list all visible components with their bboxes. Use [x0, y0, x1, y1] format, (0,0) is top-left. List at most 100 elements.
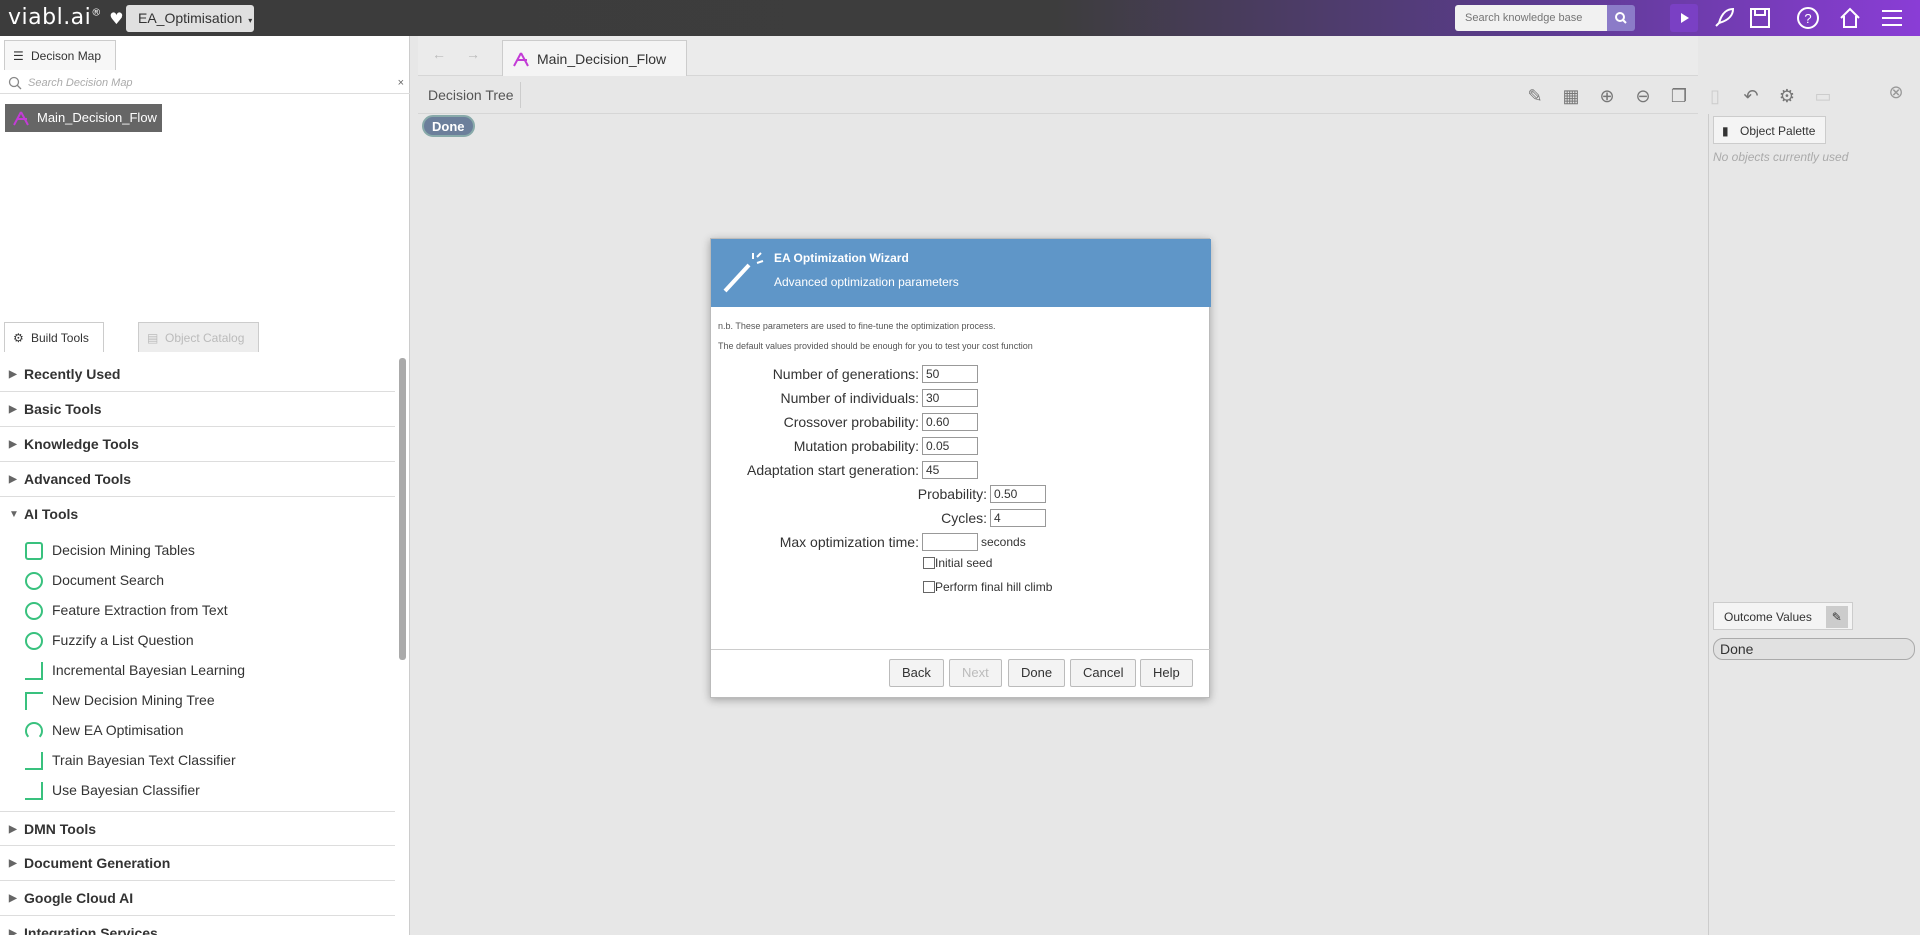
initial-seed-checkbox[interactable]	[923, 557, 935, 569]
run-button[interactable]	[1670, 4, 1698, 32]
initial-seed-label: Initial seed	[935, 556, 993, 570]
cancel-button[interactable]: Cancel	[1070, 659, 1137, 687]
palette-empty-text: No objects currently used	[1713, 150, 1849, 164]
done-button[interactable]: Done	[1008, 659, 1066, 687]
group-document-generation[interactable]: ▶ Document Generation	[0, 846, 395, 881]
decision-tree-label: Decision Tree	[428, 87, 514, 103]
left-panel: ☰ Decison Map Search Decision Map × Main…	[0, 36, 410, 935]
home-button[interactable]	[1836, 4, 1864, 32]
settings-icon[interactable]: ⚙	[1775, 84, 1799, 108]
tab-outcome-values[interactable]: Outcome Values ✎	[1713, 602, 1853, 630]
hamburger-icon	[1882, 10, 1902, 26]
tool-new-ea-optimisation[interactable]: New EA Optimisation	[20, 715, 184, 745]
close-icon[interactable]: ⊗	[1884, 80, 1908, 104]
max-time-input[interactable]	[922, 533, 978, 551]
cycles-label: Cycles:	[941, 510, 987, 526]
crossover-input[interactable]: 0.60	[922, 413, 978, 431]
group-advanced-tools[interactable]: ▶ Advanced Tools	[0, 462, 395, 497]
crossover-label: Crossover probability:	[783, 414, 919, 430]
tool-document-search[interactable]: Document Search	[20, 565, 164, 595]
tab-main-decision-flow[interactable]: Main_Decision_Flow	[502, 40, 688, 76]
back-button[interactable]: Back	[889, 659, 944, 687]
tools-scrollbar[interactable]	[399, 358, 406, 660]
flow-item-main[interactable]: Main_Decision_Flow	[5, 104, 162, 132]
generations-input[interactable]: 50	[922, 365, 978, 383]
group-ai-tools[interactable]: ▼ AI Tools	[0, 497, 395, 532]
flow-item-label: Main_Decision_Flow	[37, 110, 157, 125]
right-panel: ▮ Object Palette No objects currently us…	[1708, 114, 1920, 935]
search-icon	[8, 76, 22, 90]
tool-feature-extraction[interactable]: Feature Extraction from Text	[20, 595, 228, 625]
knowledge-base-search-input[interactable]	[1455, 5, 1607, 31]
decision-map-search[interactable]: Search Decision Map ×	[0, 72, 410, 94]
adaptation-input[interactable]: 45	[922, 461, 978, 479]
tab-label: Decison Map	[31, 49, 102, 63]
logo: viabl.ai® ♥	[8, 5, 125, 30]
tool-fuzzify-list[interactable]: Fuzzify a List Question	[20, 625, 194, 655]
deploy-button[interactable]	[1710, 4, 1738, 32]
paste-icon[interactable]: ▯	[1703, 84, 1727, 108]
tool-use-bayesian[interactable]: Use Bayesian Classifier	[20, 775, 200, 805]
probability-input[interactable]: 0.50	[990, 485, 1046, 503]
save-icon[interactable]: ▭	[1811, 84, 1835, 108]
top-bar: viabl.ai® ♥ EA_Optimisation▾ ?	[0, 0, 1920, 36]
tool-new-decision-mining-tree[interactable]: New Decision Mining Tree	[20, 685, 215, 715]
decision-map-icon: ☰	[13, 49, 24, 63]
search-button[interactable]	[1607, 5, 1635, 31]
pencil-icon[interactable]: ✎	[1523, 84, 1547, 108]
svg-text:?: ?	[1804, 11, 1811, 26]
tool-decision-mining-tables[interactable]: Decision Mining Tables	[20, 535, 195, 565]
zoom-out-icon[interactable]: ⊖	[1631, 84, 1655, 108]
search-icon	[1615, 12, 1627, 24]
group-google-cloud-ai[interactable]: ▶ Google Cloud AI	[0, 881, 395, 916]
save-button[interactable]	[1746, 4, 1774, 32]
hill-climb-checkbox[interactable]	[923, 581, 935, 593]
collapse-icon: ▼	[9, 509, 19, 520]
layout-icon[interactable]: ▦	[1559, 84, 1583, 108]
tab-object-catalog[interactable]: ▤ Object Catalog	[138, 322, 260, 352]
forward-arrow-icon[interactable]: →	[466, 46, 480, 62]
search-placeholder: Search Decision Map	[28, 77, 133, 89]
footer-divider	[711, 649, 1211, 650]
tab-build-tools[interactable]: ⚙ Build Tools	[4, 322, 104, 352]
edit-outcomes-icon[interactable]: ✎	[1825, 606, 1848, 628]
database-icon	[25, 542, 43, 560]
zoom-in-icon[interactable]: ⊕	[1595, 84, 1619, 108]
group-recently-used[interactable]: ▶ Recently Used	[0, 357, 395, 392]
magic-wand-icon	[723, 252, 764, 293]
individuals-input[interactable]: 30	[922, 389, 978, 407]
hill-climb-label: Perform final hill climb	[935, 580, 1053, 594]
help-button[interactable]: ?	[1794, 4, 1822, 32]
next-button[interactable]: Next	[949, 659, 1002, 687]
back-arrow-icon[interactable]: ←	[432, 46, 446, 62]
save-icon	[1750, 8, 1770, 28]
editor-tabs: ← → Main_Decision_Flow	[418, 36, 1698, 76]
max-time-label: Max optimization time:	[779, 534, 919, 550]
undo-icon[interactable]: ↶	[1739, 84, 1763, 108]
tool-incremental-bayesian[interactable]: Incremental Bayesian Learning	[20, 655, 245, 685]
tab-decision-map[interactable]: ☰ Decison Map	[4, 40, 117, 70]
gauge-icon	[25, 722, 43, 740]
ea-optimization-wizard: EA Optimization Wizard Advanced optimiza…	[710, 238, 1211, 698]
expand-icon: ▶	[9, 404, 17, 415]
cycles-input[interactable]: 4	[990, 509, 1046, 527]
group-basic-tools[interactable]: ▶ Basic Tools	[0, 392, 395, 427]
adaptation-label: Adaptation start generation:	[746, 462, 919, 478]
dropdown-icon[interactable]: ▾	[248, 7, 252, 34]
tool-train-bayesian[interactable]: Train Bayesian Text Classifier	[20, 745, 236, 775]
menu-button[interactable]	[1878, 4, 1906, 32]
mutation-label: Mutation probability:	[793, 438, 919, 454]
expand-icon: ▶	[9, 928, 17, 935]
tab-object-palette[interactable]: ▮ Object Palette	[1713, 116, 1827, 144]
group-knowledge-tools[interactable]: ▶ Knowledge Tools	[0, 427, 395, 462]
copy-icon[interactable]: ❐	[1667, 84, 1691, 108]
outcome-done[interactable]: Done	[1713, 638, 1915, 660]
group-integration-services[interactable]: ▶ Integration Services	[0, 916, 395, 935]
group-dmn-tools[interactable]: ▶ DMN Tools	[0, 811, 395, 846]
project-name[interactable]: EA_Optimisation ▾	[126, 5, 255, 34]
clear-icon[interactable]: ×	[398, 72, 404, 94]
expand-icon: ▶	[9, 858, 17, 869]
help-button[interactable]: Help	[1140, 659, 1193, 687]
mutation-input[interactable]: 0.05	[922, 437, 978, 455]
done-node[interactable]: Done	[422, 115, 475, 137]
